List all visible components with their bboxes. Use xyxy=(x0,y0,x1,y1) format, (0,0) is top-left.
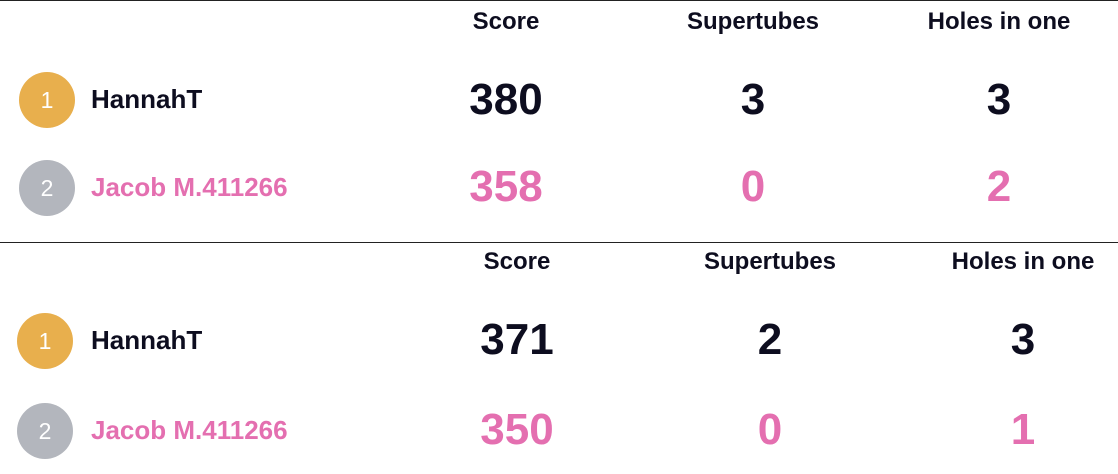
rank-1-badge: 1 xyxy=(19,72,75,128)
holes-in-one-value: 1 xyxy=(1010,405,1036,454)
player-name: HannahT xyxy=(91,84,203,114)
score-value: 358 xyxy=(469,162,543,211)
supertubes-value: 0 xyxy=(740,162,766,211)
player-name: Jacob M.411266 xyxy=(91,172,288,202)
score-value: 371 xyxy=(480,315,554,364)
player-name: Jacob M.411266 xyxy=(91,415,288,445)
supertubes-header: Supertubes xyxy=(703,248,837,275)
rank-2-badge: 2 xyxy=(19,160,75,216)
supertubes-value: 3 xyxy=(740,75,766,124)
holes-in-one-header: Holes in one xyxy=(951,248,1095,275)
score-value: 350 xyxy=(480,405,554,454)
rank-1-badge: 1 xyxy=(17,313,73,369)
supertubes-value: 2 xyxy=(757,315,783,364)
score-value: 380 xyxy=(469,75,543,124)
holes-in-one-header: Holes in one xyxy=(927,8,1071,35)
score-header: Score xyxy=(483,248,551,275)
scoreboard-2: Score Supertubes Holes in one 1 HannahT … xyxy=(0,242,1118,474)
rank-2-badge: 2 xyxy=(17,403,73,459)
player-name: HannahT xyxy=(91,325,203,355)
holes-in-one-value: 3 xyxy=(986,75,1012,124)
scoreboard-1: Score Supertubes Holes in one 1 HannahT … xyxy=(0,0,1118,240)
holes-in-one-value: 3 xyxy=(1010,315,1036,364)
supertubes-header: Supertubes xyxy=(686,8,820,35)
supertubes-value: 0 xyxy=(757,405,783,454)
holes-in-one-value: 2 xyxy=(986,162,1012,211)
score-header: Score xyxy=(472,8,540,35)
